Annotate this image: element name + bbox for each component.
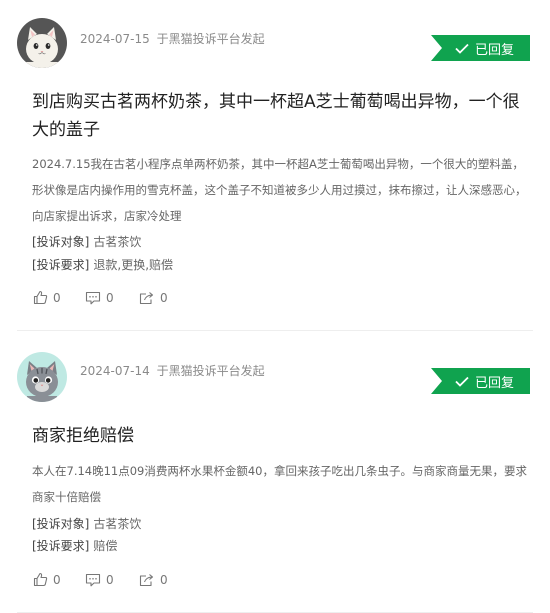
complaint-date: 2024-07-15 xyxy=(80,32,150,46)
complaint-demand-label: [投诉要求] xyxy=(32,539,90,553)
status-badge: 已回复 xyxy=(431,35,530,61)
complaint-meta: 2024-07-14 于黑猫投诉平台发起 xyxy=(80,362,268,379)
comment-count: 0 xyxy=(106,572,114,587)
complaint-feed: 2024-07-15 于黑猫投诉平台发起 已回复 到店购买古茗两杯奶茶，其中一杯… xyxy=(0,0,550,613)
comment-button[interactable]: 0 xyxy=(85,291,139,305)
complaint-demand: [投诉要求] 赔偿 xyxy=(32,537,117,554)
share-count: 0 xyxy=(160,290,168,305)
thumbs-up-icon xyxy=(33,572,48,587)
thumbs-up-icon xyxy=(33,290,48,305)
complaint-demand: [投诉要求] 退款,更换,赔偿 xyxy=(32,256,173,273)
comment-count: 0 xyxy=(106,290,114,305)
complaint-card[interactable]: 2024-07-14 于黑猫投诉平台发起 已回复 商家拒绝赔偿 本人在7.14晚… xyxy=(0,331,550,613)
status-badge: 已回复 xyxy=(431,368,530,394)
like-button[interactable]: 0 xyxy=(33,290,85,305)
complaint-demand-value: 赔偿 xyxy=(93,539,118,553)
complaint-card[interactable]: 2024-07-15 于黑猫投诉平台发起 已回复 到店购买古茗两杯奶茶，其中一杯… xyxy=(0,0,550,331)
complaint-target-label: [投诉对象] xyxy=(32,517,90,531)
share-count: 0 xyxy=(160,572,168,587)
like-count: 0 xyxy=(53,572,61,587)
complaint-target-value[interactable]: 古茗茶饮 xyxy=(93,517,141,531)
like-button[interactable]: 0 xyxy=(33,572,85,587)
share-icon xyxy=(139,573,154,586)
complaint-actions: 0 0 0 xyxy=(33,290,168,305)
complaint-actions: 0 0 0 xyxy=(33,572,168,587)
gray-cat-avatar-icon[interactable] xyxy=(17,352,67,402)
share-button[interactable]: 0 xyxy=(139,291,168,305)
comment-icon xyxy=(85,573,101,586)
status-badge-label: 已回复 xyxy=(474,375,514,391)
complaint-target: [投诉对象] 古茗茶饮 xyxy=(32,515,141,532)
complaint-title[interactable]: 到店购买古茗两杯奶茶，其中一杯超A芝士葡萄喝出异物，一个很大的盖子 xyxy=(32,88,522,144)
complaint-demand-label: [投诉要求] xyxy=(32,258,90,272)
comment-button[interactable]: 0 xyxy=(85,573,139,587)
status-badge-label: 已回复 xyxy=(474,42,514,58)
complaint-date: 2024-07-14 xyxy=(80,364,150,378)
complaint-demand-value: 退款,更换,赔偿 xyxy=(93,258,174,272)
checkmark-icon xyxy=(455,376,469,387)
complaint-description: 2024.7.15我在古茗小程序点单两杯奶茶，其中一杯超A芝士葡萄喝出异物，一个… xyxy=(32,157,527,223)
checkmark-icon xyxy=(455,43,469,54)
white-cat-avatar-icon[interactable] xyxy=(17,18,67,68)
complaint-source: 于黑猫投诉平台发起 xyxy=(156,364,265,378)
share-button[interactable]: 0 xyxy=(139,573,168,587)
share-icon xyxy=(139,291,154,304)
complaint-title[interactable]: 商家拒绝赔偿 xyxy=(32,422,522,450)
complaint-target-value[interactable]: 古茗茶饮 xyxy=(93,235,141,249)
complaint-source: 于黑猫投诉平台发起 xyxy=(156,32,265,46)
complaint-description: 本人在7.14晚11点09消费两杯水果杯金额40，拿回来孩子吃出几条虫子。与商家… xyxy=(32,464,528,504)
complaint-target-label: [投诉对象] xyxy=(32,235,90,249)
complaint-target: [投诉对象] 古茗茶饮 xyxy=(32,233,141,250)
comment-icon xyxy=(85,291,101,304)
like-count: 0 xyxy=(53,290,61,305)
complaint-meta: 2024-07-15 于黑猫投诉平台发起 xyxy=(80,30,268,47)
